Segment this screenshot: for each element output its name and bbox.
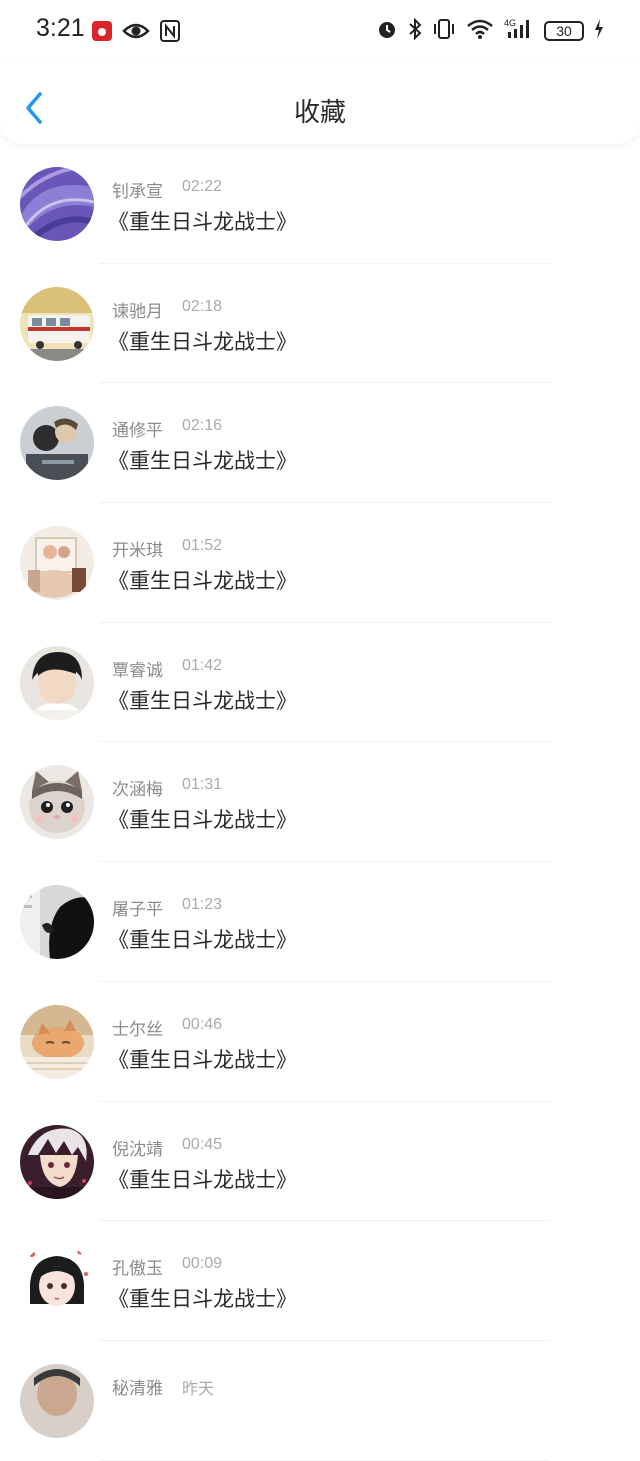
wifi-icon xyxy=(466,18,494,44)
list-item[interactable]: 通修平 02:16 《重生日斗龙战士》 xyxy=(0,383,640,503)
signal-label: 4G xyxy=(504,18,516,28)
avatar xyxy=(20,406,94,481)
item-title: 《重生日斗龙战士》 xyxy=(108,569,297,594)
item-name: 士尔丝 xyxy=(112,1019,163,1040)
page-title: 收藏 xyxy=(293,98,346,128)
signal-icon: 4G xyxy=(504,18,534,44)
item-title: 《重生日斗龙战士》 xyxy=(108,1167,297,1192)
avatar xyxy=(20,1244,94,1319)
list-item[interactable]: 士尔丝 00:46 《重生日斗龙战士》 xyxy=(0,982,640,1102)
list-item[interactable]: 孔傲玉 00:09 《重生日斗龙战士》 xyxy=(0,1221,640,1341)
item-time: 00:09 xyxy=(182,1255,223,1273)
list-item[interactable]: 屠子平 01:23 《重生日斗龙战士》 xyxy=(0,862,640,982)
item-name: 覃睿诚 xyxy=(112,660,163,681)
eye-icon xyxy=(122,21,150,45)
avatar xyxy=(20,645,94,720)
status-time: 3:21 xyxy=(36,14,85,42)
item-title: 《重生日斗龙战士》 xyxy=(108,808,297,833)
header-bar: 收藏 xyxy=(0,62,640,144)
status-bar: 3:21 4G 30 xyxy=(0,0,640,62)
item-name: 通修平 xyxy=(112,421,163,442)
item-name: 钊承宣 xyxy=(112,182,163,202)
avatar xyxy=(20,1363,94,1438)
list-item[interactable]: 谏驰月 02:18 《重生日斗龙战士》 xyxy=(0,264,640,384)
list-item[interactable]: 次涵梅 01:31 《重生日斗龙战士》 xyxy=(0,742,640,862)
avatar xyxy=(20,1004,94,1079)
avatar xyxy=(20,286,94,361)
item-time: 02:22 xyxy=(182,178,223,195)
item-name: 倪沈靖 xyxy=(112,1139,163,1160)
item-title: 《重生日斗龙战士》 xyxy=(108,329,297,354)
item-time: 01:52 xyxy=(182,537,223,555)
vibrate-icon xyxy=(432,18,456,44)
item-time: 01:42 xyxy=(182,656,223,674)
huawei-app-icon xyxy=(92,21,112,45)
avatar xyxy=(20,526,94,601)
list-item[interactable]: 秘清雅 昨天 xyxy=(0,1341,640,1461)
item-title: 《重生日斗龙战士》 xyxy=(108,928,297,953)
item-time: 01:23 xyxy=(182,896,223,914)
item-name: 次涵梅 xyxy=(112,780,163,801)
list-item[interactable]: 钊承宣 02:22 《重生日斗龙战士》 xyxy=(0,144,640,264)
item-time: 00:45 xyxy=(182,1135,223,1153)
avatar xyxy=(20,885,94,960)
item-time: 01:31 xyxy=(182,776,223,794)
item-name: 秘清雅 xyxy=(112,1378,163,1399)
item-title: 《重生日斗龙战士》 xyxy=(108,449,297,474)
item-time: 02:18 xyxy=(182,297,223,315)
item-name: 孔傲玉 xyxy=(112,1259,163,1280)
avatar xyxy=(20,1124,94,1199)
alarm-icon xyxy=(376,18,398,44)
list-item[interactable]: 覃睿诚 01:42 《重生日斗龙战士》 xyxy=(0,623,640,743)
item-title: 《重生日斗龙战士》 xyxy=(108,210,297,234)
item-name: 屠子平 xyxy=(112,900,163,921)
item-time: 00:46 xyxy=(182,1015,223,1033)
avatar xyxy=(20,167,94,241)
avatar xyxy=(20,765,94,840)
item-title: 《重生日斗龙战士》 xyxy=(108,1287,297,1312)
bluetooth-icon xyxy=(408,17,422,44)
item-name: 谏驰月 xyxy=(112,301,163,322)
battery-icon: 30 xyxy=(544,21,584,41)
item-title: 《重生日斗龙战士》 xyxy=(108,1047,297,1072)
nfc-icon xyxy=(160,20,180,46)
item-time: 02:16 xyxy=(182,417,223,435)
item-title: 《重生日斗龙战士》 xyxy=(108,688,297,713)
list-item[interactable]: 倪沈靖 00:45 《重生日斗龙战士》 xyxy=(0,1102,640,1222)
list-item[interactable]: 开米琪 01:52 《重生日斗龙战士》 xyxy=(0,503,640,623)
favorites-list: 钊承宣 02:22 《重生日斗龙战士》 谏驰月 02:18 《重生日斗龙战士》 … xyxy=(0,144,640,1461)
item-name: 开米琪 xyxy=(112,541,163,562)
charging-icon xyxy=(594,18,604,44)
